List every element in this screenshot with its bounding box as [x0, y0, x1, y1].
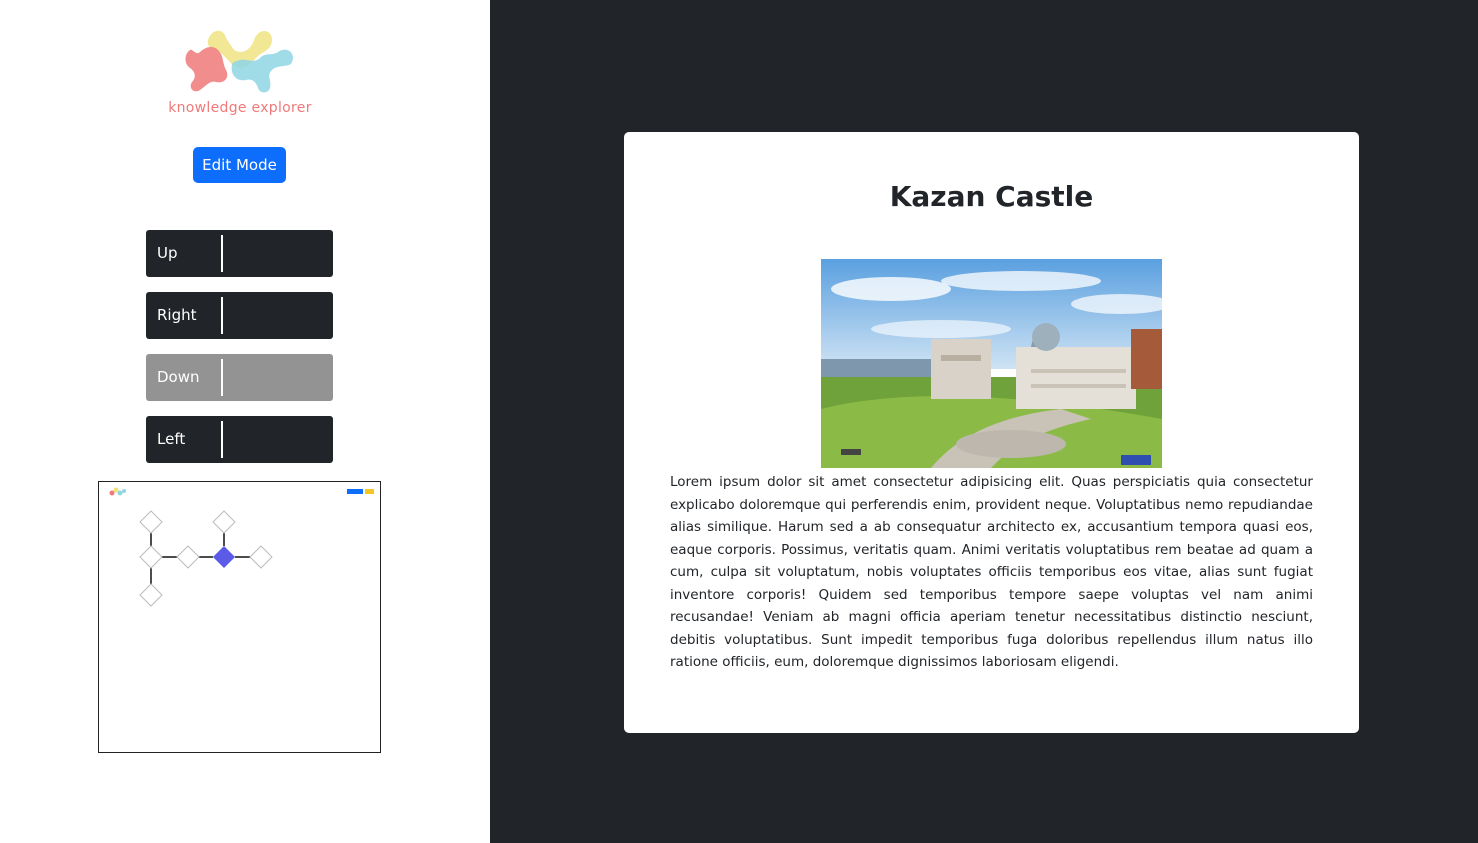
up-button[interactable]: Up	[146, 230, 333, 277]
minimap-node[interactable]	[176, 545, 200, 569]
right-button-label: Right	[157, 306, 197, 324]
castle-photo-icon	[821, 259, 1162, 468]
button-divider	[221, 235, 223, 272]
down-button[interactable]: Down	[146, 354, 333, 401]
logo-icon	[185, 30, 293, 93]
sidebar: knowledge explorer Edit Mode Up Right Do…	[0, 0, 490, 843]
minimap[interactable]	[98, 481, 381, 753]
minimap-edit-button	[347, 489, 363, 494]
logo-text: knowledge explorer	[168, 100, 312, 116]
right-button[interactable]: Right	[146, 292, 333, 339]
button-divider	[221, 297, 223, 334]
edit-mode-button[interactable]: Edit Mode	[193, 147, 286, 183]
minimap-node[interactable]	[139, 545, 163, 569]
left-button[interactable]: Left	[146, 416, 333, 463]
minimap-connectors	[150, 532, 250, 584]
minimap-node[interactable]	[249, 545, 273, 569]
article-body: Lorem ipsum dolor sit amet consectetur a…	[670, 474, 1313, 670]
content-area: Kazan Castle Lorem ipsum dolor sit amet …	[490, 0, 1478, 843]
article-card: Kazan Castle Lorem ipsum dolor sit amet …	[624, 132, 1359, 733]
minimap-yellow-button	[365, 489, 374, 494]
down-button-label: Down	[157, 368, 200, 386]
up-button-label: Up	[157, 244, 178, 262]
article-title: Kazan Castle	[889, 180, 1094, 213]
minimap-active-node[interactable]	[213, 546, 235, 568]
left-button-label: Left	[157, 430, 186, 448]
article-image	[821, 259, 1162, 468]
button-divider	[221, 421, 223, 458]
button-divider	[221, 359, 223, 396]
app-logo: knowledge explorer	[160, 22, 320, 122]
minimap-logo-icon	[109, 487, 126, 496]
minimap-node[interactable]	[212, 510, 236, 534]
minimap-node[interactable]	[139, 583, 163, 607]
minimap-node[interactable]	[139, 510, 163, 534]
